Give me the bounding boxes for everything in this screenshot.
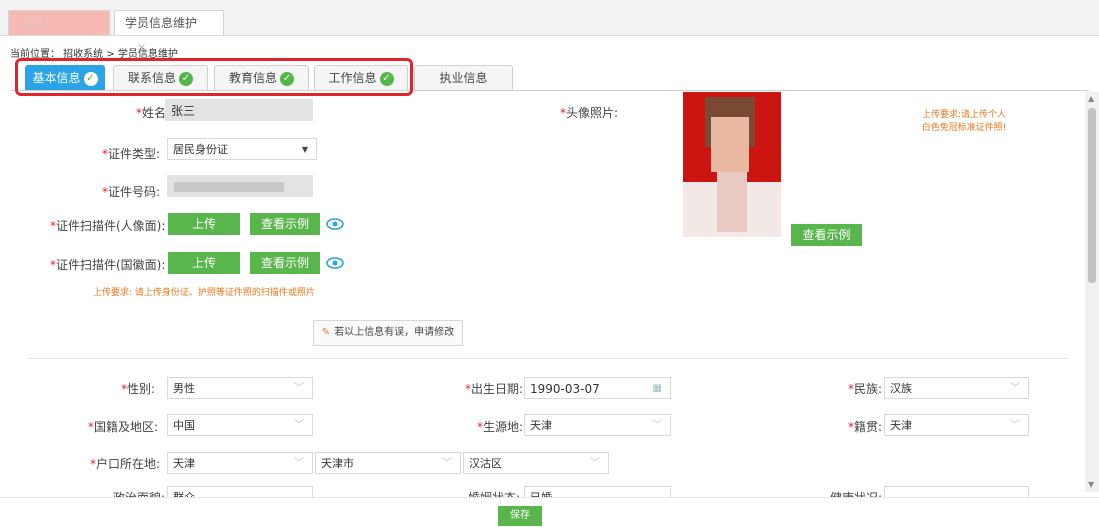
household-province-select[interactable]: 天津 ﹀ [167,452,313,474]
top-tab-student-info[interactable]: 学员信息维护 × [114,10,224,54]
id-type-select[interactable]: 居民身份证 ▼ [167,138,317,160]
save-button[interactable]: 保存 [498,506,542,526]
birth-label: *出生日期: [464,382,523,396]
household-city-select[interactable]: 天津市 ﹀ [315,452,461,474]
household-label: *户口所在地: [89,457,160,471]
ethnicity-label: *民族: [847,382,882,396]
scrollbar[interactable]: ▲ ▼ [1085,92,1099,492]
pencil-icon: ✎ [321,327,331,338]
photo-example-button[interactable]: 查看示例 [791,224,862,246]
request-edit-button[interactable]: ✎ 若以上信息有误，申请修改 [313,320,463,346]
scroll-up-icon[interactable]: ▲ [1088,94,1094,103]
chevron-down-icon: ﹀ [442,458,452,469]
chevron-down-icon: ﹀ [590,458,600,469]
scan-front-label: *证件扫描件(人像面): [50,219,166,233]
scroll-down-icon[interactable]: ▼ [1088,480,1094,489]
name-field[interactable]: 张三 [165,99,313,121]
blurred-id-number [174,182,284,192]
chevron-down-icon: ▼ [301,145,308,154]
avatar [683,92,781,237]
id-number-label: *证件号码: [101,185,160,199]
scroll-thumb[interactable] [1088,108,1096,283]
footer-bar [0,497,1099,527]
scan-back-example-button[interactable]: 查看示例 [250,252,320,274]
section-divider [28,358,1068,359]
origin-select[interactable]: 天津 ﹀ [524,414,671,436]
birth-date-field[interactable]: 1990-03-07 ▦ [524,377,671,399]
scan-back-upload-button[interactable]: 上传 [168,252,240,274]
highlight-box [15,58,413,96]
top-tab-student-info-label: 学员信息维护 [125,16,198,30]
top-tab-home[interactable]: 首页 [8,10,110,35]
calendar-icon: ▦ [652,383,662,394]
pixelated-neck [717,172,747,232]
pixelated-face [711,117,749,172]
chevron-down-icon: ﹀ [294,383,304,394]
upload-note: 上传要求: 请上传身份证、护照等证件照的扫描件或照片 [93,288,315,298]
scan-front-upload-button[interactable]: 上传 [168,213,240,235]
eye-icon[interactable] [326,257,344,269]
name-label: *姓名: [135,106,170,120]
chevron-down-icon: ﹀ [294,420,304,431]
nationality-label: *国籍及地区: [87,420,158,434]
chevron-down-icon: ﹀ [1010,383,1020,394]
photo-label: *头像照片: [559,106,618,120]
id-type-label: *证件类型: [101,147,160,161]
nationality-select[interactable]: 中国 ﹀ [167,414,313,436]
tab-label: 执业信息 [439,71,488,85]
chevron-down-icon: ﹀ [652,420,662,431]
ethnicity-select[interactable]: 汉族 ﹀ [884,377,1029,399]
photo-upload-tip: 上传要求:请上传个人 白色免冠标准证件照! [921,110,1007,133]
id-number-field[interactable] [167,175,313,197]
eye-icon[interactable] [326,218,344,230]
tab-practice-info[interactable]: 执业信息 [414,65,513,91]
gender-select[interactable]: 男性 ﹀ [167,377,313,399]
chevron-down-icon: ﹀ [1010,420,1020,431]
native-place-select[interactable]: 天津 ﹀ [884,414,1029,436]
household-district-select[interactable]: 汉沽区 ﹀ [463,452,609,474]
top-tab-home-label: 首页 [19,16,44,30]
origin-label: *生源地: [476,420,523,434]
scan-back-label: *证件扫描件(国徽面): [50,258,166,272]
top-tab-bar: 首页 学员信息维护 × [0,0,1099,54]
scan-front-example-button[interactable]: 查看示例 [250,213,320,235]
chevron-down-icon: ﹀ [294,458,304,469]
native-place-label: *籍贯: [847,420,882,434]
gender-label: *性别: [120,382,155,396]
